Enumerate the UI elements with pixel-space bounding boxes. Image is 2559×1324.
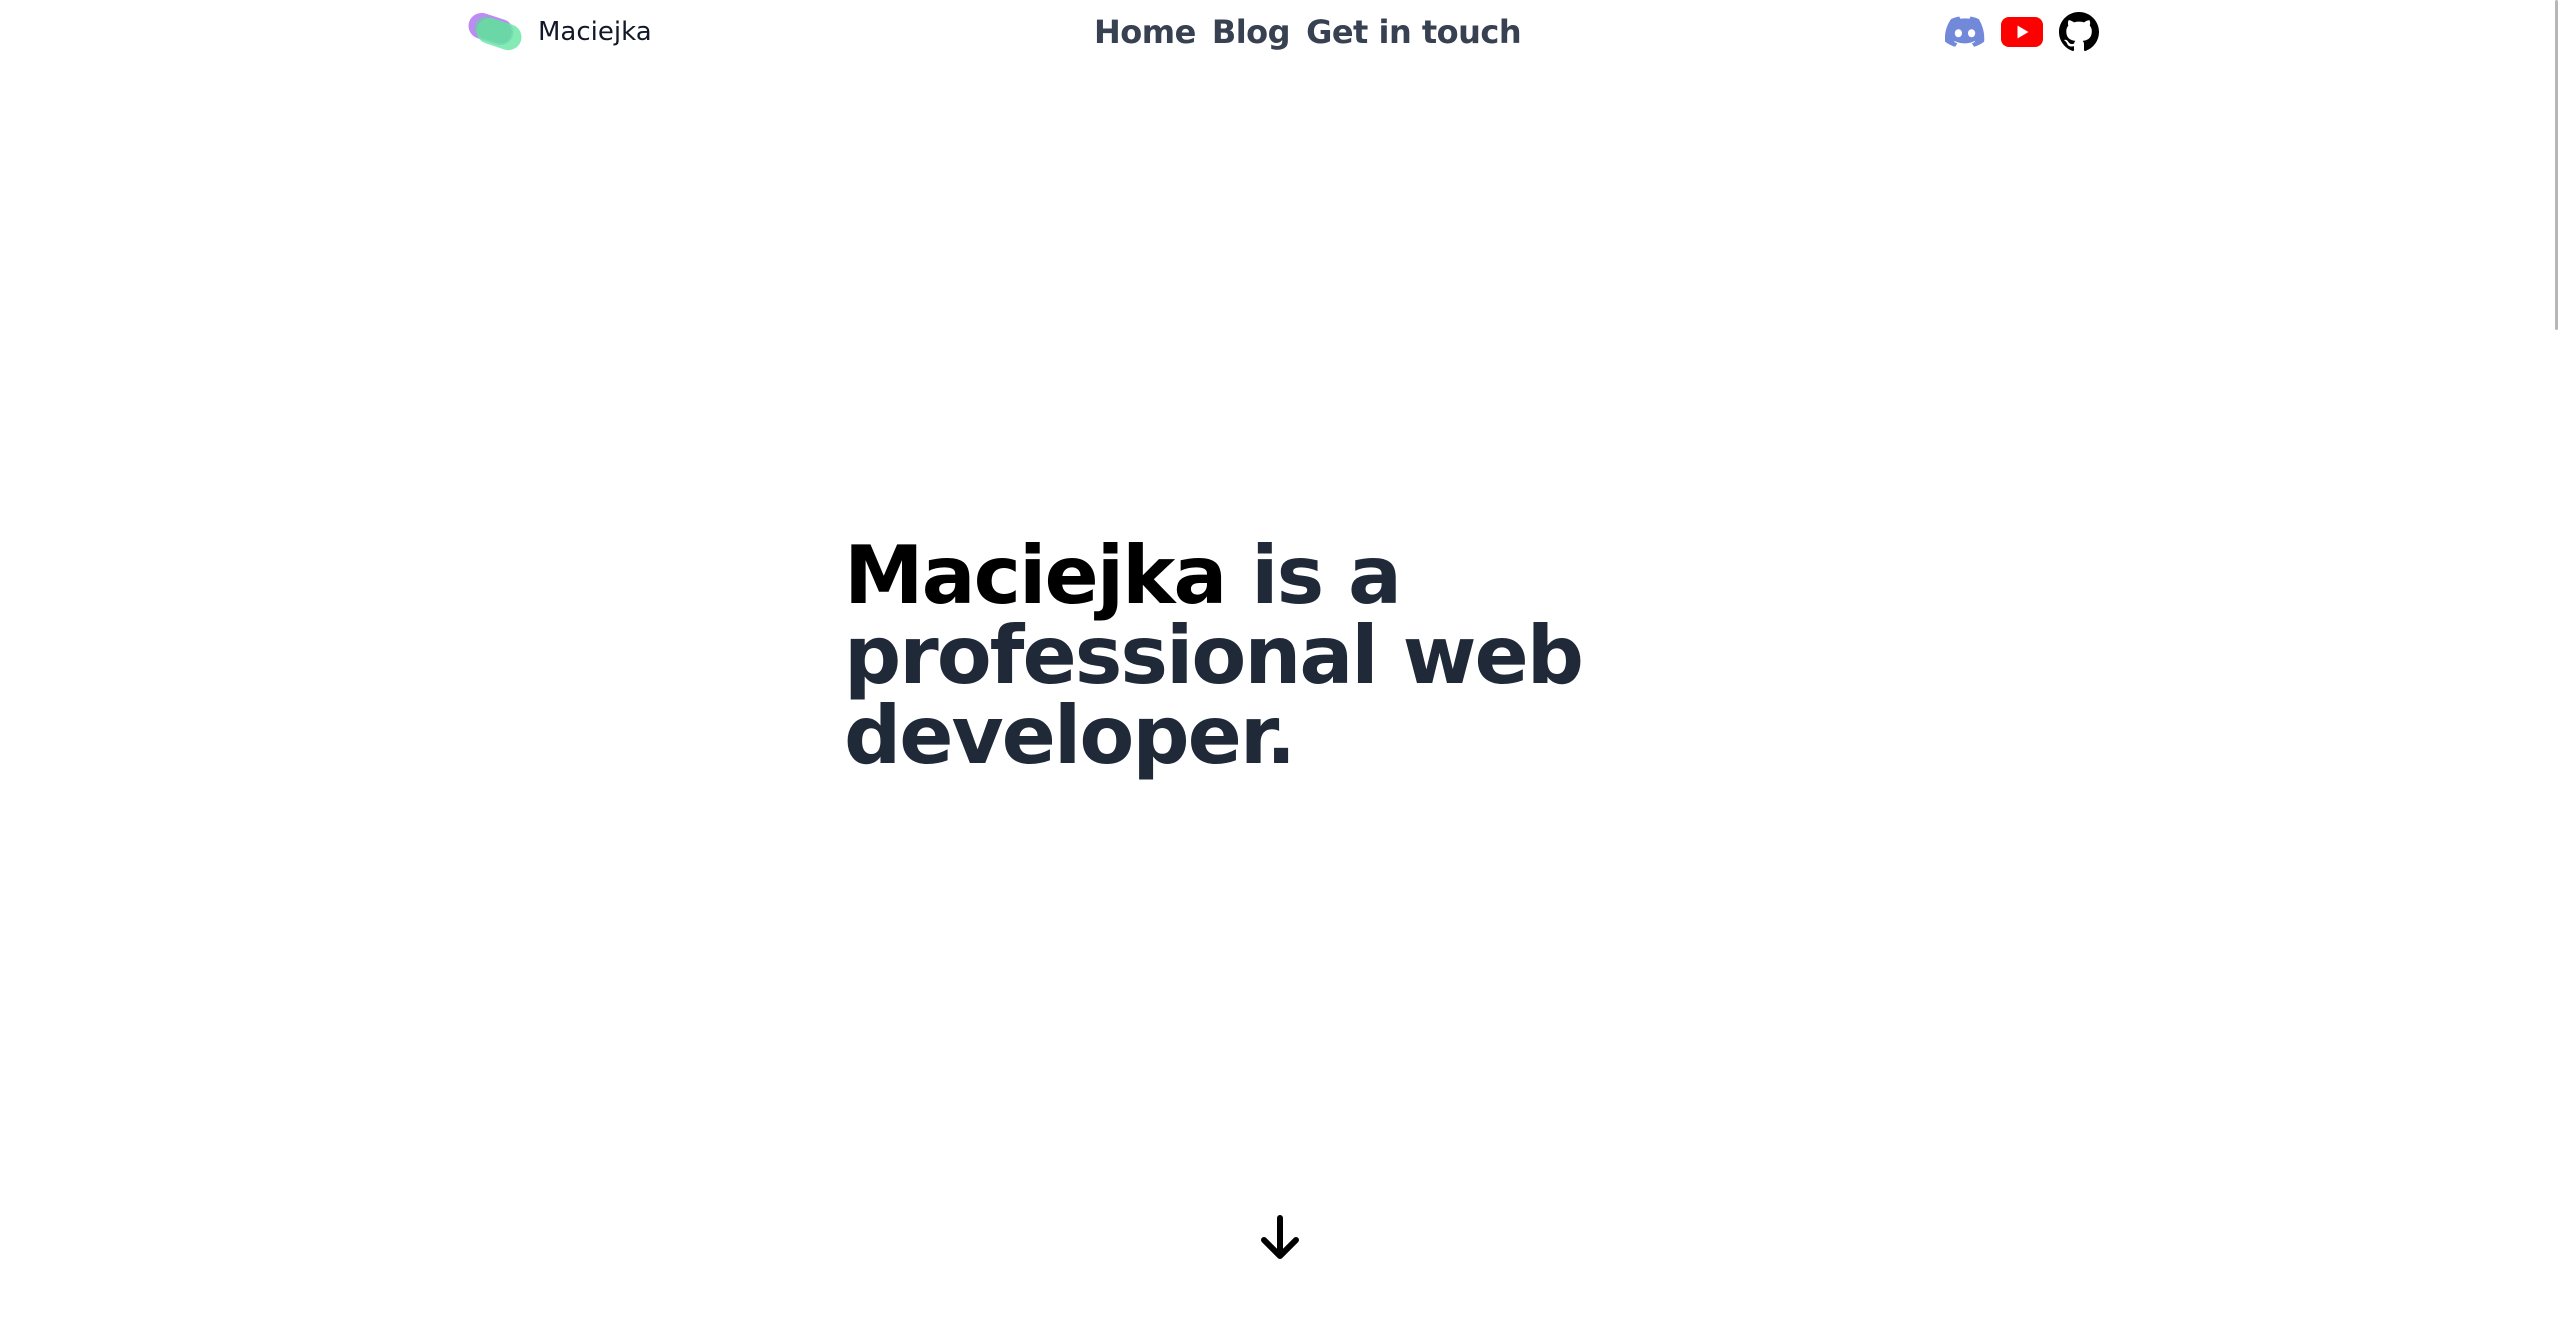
hero-line-1: Maciejka is a <box>844 536 1604 616</box>
scrollbar-thumb[interactable] <box>2555 0 2558 330</box>
discord-link[interactable] <box>1944 12 1986 52</box>
logo-icon <box>468 12 522 51</box>
nav-home[interactable]: Home <box>1094 12 1196 52</box>
main-nav: Home Blog Get in touch <box>1094 12 1522 52</box>
discord-icon <box>1945 16 1985 47</box>
social-links <box>1944 12 2100 52</box>
youtube-icon <box>2001 17 2043 47</box>
hero: Maciejka is a professional web developer… <box>844 536 1604 776</box>
logo-link[interactable]: Maciejka <box>466 12 652 52</box>
site-header: Maciejka Home Blog Get in touch <box>0 0 2559 64</box>
hero-line-2: professional web <box>844 609 1584 702</box>
scroll-down-button[interactable] <box>1256 1212 1304 1264</box>
github-link[interactable] <box>2058 12 2100 52</box>
nav-blog[interactable]: Blog <box>1212 12 1291 52</box>
page: Maciejka Home Blog Get in touch Maciejka… <box>0 0 2559 1324</box>
nav-get-in-touch[interactable]: Get in touch <box>1306 12 1522 52</box>
hero-title: Maciejka is a professional web developer… <box>844 536 1604 776</box>
hero-line-3: developer. <box>844 689 1296 782</box>
youtube-link[interactable] <box>2001 12 2043 52</box>
scrollbar[interactable] <box>2551 0 2559 1324</box>
github-icon <box>2059 12 2099 52</box>
arrow-down-icon <box>1261 1215 1299 1259</box>
logo-text: Maciejka <box>538 17 652 47</box>
